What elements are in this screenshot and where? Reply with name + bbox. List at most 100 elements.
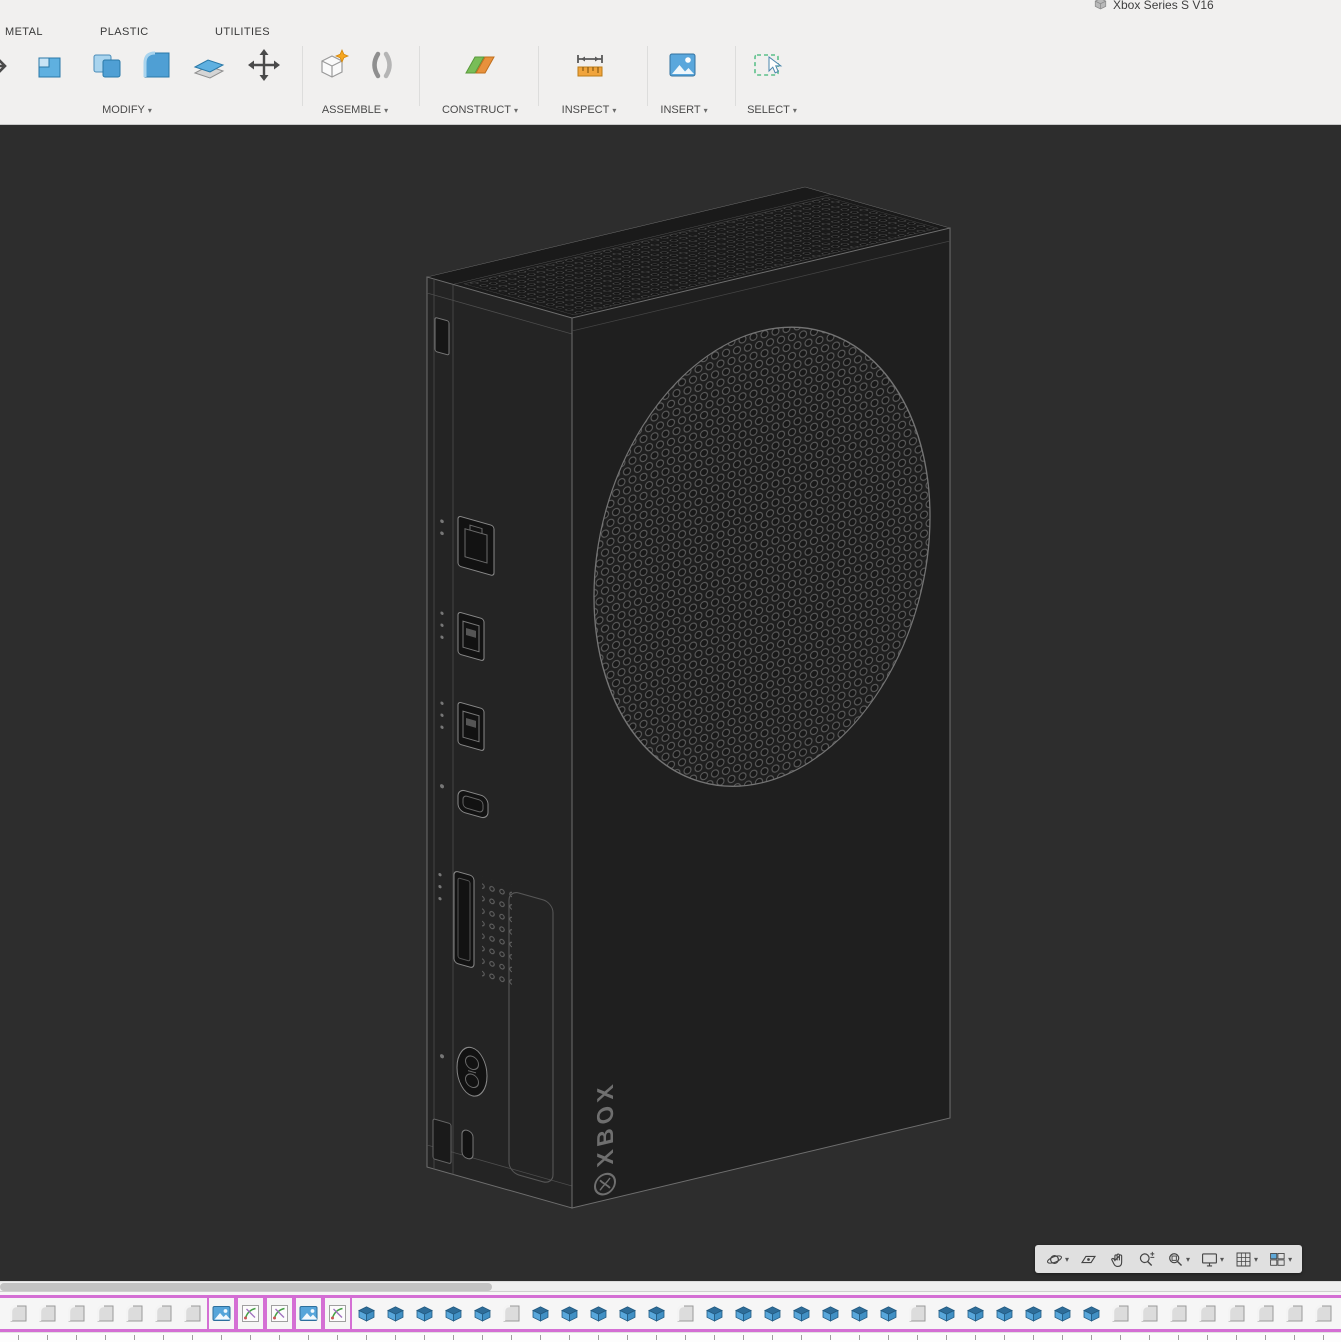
viewports-icon[interactable]: ▾ [1263,1245,1297,1273]
timeline-feature-extrude[interactable] [700,1298,729,1329]
timeline-feature-extrude[interactable] [758,1298,787,1329]
timeline-feature-sketch[interactable] [265,1298,294,1329]
press-pull-icon[interactable] [30,46,68,84]
timeline-tick [1033,1335,1034,1340]
timeline-feature-extrude[interactable] [526,1298,555,1329]
pan-icon[interactable] [1103,1245,1132,1273]
usb-port-1[interactable] [458,612,484,661]
timeline-feature-extrude[interactable] [845,1298,874,1329]
timeline-feature-fillet[interactable] [671,1298,700,1329]
timeline-feature-extrude[interactable] [1048,1298,1077,1329]
timeline-feature-fillet[interactable] [33,1298,62,1329]
viewport-3d[interactable]: XBOX ▾▾▾▾▾ [0,125,1341,1281]
chevron-down-icon: ▾ [1288,1255,1292,1264]
timeline-feature-extrude[interactable] [990,1298,1019,1329]
timeline-feature-canvas[interactable] [294,1298,323,1329]
timeline-tick [1004,1335,1005,1340]
timeline-feature-fillet[interactable] [1193,1298,1222,1329]
construction-plane-icon[interactable] [461,46,499,84]
timeline-feature-extrude[interactable] [932,1298,961,1329]
timeline-tick [685,1335,686,1340]
model-canvas[interactable]: XBOX [0,125,1341,1281]
timeline-feature-fillet[interactable] [178,1298,207,1329]
look-at-icon[interactable] [1074,1245,1103,1273]
toolbar-group-construct[interactable]: CONSTRUCT▾ [442,104,518,116]
zoom-icon[interactable] [1132,1245,1161,1273]
timeline-feature-extrude[interactable] [787,1298,816,1329]
timeline-feature-extrude[interactable] [874,1298,903,1329]
partial-tool-icon[interactable] [0,46,24,84]
timeline-feature-fillet[interactable] [1309,1298,1338,1329]
timeline-feature-sketch[interactable] [323,1298,352,1329]
xbox-model[interactable]: XBOX [427,187,950,1208]
timeline-tick [801,1335,802,1340]
timeline-feature-extrude[interactable] [1077,1298,1106,1329]
timeline-feature-extrude[interactable] [555,1298,584,1329]
timeline-feature-fillet[interactable] [120,1298,149,1329]
tab-plastic[interactable]: PLASTIC [100,26,149,38]
timeline-feature-fillet[interactable] [1164,1298,1193,1329]
timeline-feature-fillet[interactable] [1251,1298,1280,1329]
ethernet-port[interactable] [458,516,494,576]
timeline-feature-fillet[interactable] [4,1298,33,1329]
toolbar-group-inspect[interactable]: INSPECT▾ [562,104,617,116]
toolbar-group-insert[interactable]: INSERT▾ [660,104,707,116]
timeline-feature-sketch[interactable] [236,1298,265,1329]
timeline-feature-fillet[interactable] [1222,1298,1251,1329]
timeline-feature-extrude[interactable] [439,1298,468,1329]
horizontal-scrollbar[interactable] [0,1281,1341,1291]
timeline-feature-extrude[interactable] [410,1298,439,1329]
orbit-icon[interactable]: ▾ [1040,1245,1074,1273]
toolbar-group-modify[interactable]: MODIFY▾ [102,104,152,116]
new-component-icon[interactable] [313,46,351,84]
timeline-tick [598,1335,599,1340]
timeline-feature-extrude[interactable] [584,1298,613,1329]
timeline-feature-extrude[interactable] [1019,1298,1048,1329]
timeline-tick [18,1335,19,1340]
tab-metal[interactable]: METAL [5,26,43,38]
toolbar-group-select[interactable]: SELECT▾ [747,104,797,116]
timeline-feature-extrude[interactable] [381,1298,410,1329]
model-side-face[interactable] [427,277,572,1208]
scrollbar-thumb[interactable] [0,1283,492,1291]
tab-utilities[interactable]: UTILITIES [215,26,270,38]
offset-face-icon[interactable] [190,46,228,84]
timeline-feature-extrude[interactable] [613,1298,642,1329]
timeline-feature-extrude[interactable] [352,1298,381,1329]
timeline-ruler[interactable] [0,1332,1341,1342]
timeline-feature-extrude[interactable] [468,1298,497,1329]
timeline-feature-canvas[interactable] [207,1298,236,1329]
joint-icon[interactable] [363,46,401,84]
vent-dot-grid [482,877,512,989]
timeline-feature-fillet[interactable] [1280,1298,1309,1329]
timeline-feature-extrude[interactable] [642,1298,671,1329]
fit-icon[interactable]: ▾ [1161,1245,1195,1273]
timeline-feature-fillet[interactable] [497,1298,526,1329]
insert-canvas-icon[interactable] [663,46,701,84]
fillet-icon[interactable] [138,46,176,84]
display-settings-icon[interactable]: ▾ [1195,1245,1229,1273]
timeline-feature-fillet[interactable] [91,1298,120,1329]
timeline-tick [656,1335,657,1340]
timeline-feature-extrude[interactable] [961,1298,990,1329]
timeline-feature-extrude[interactable] [729,1298,758,1329]
combine-icon[interactable] [88,46,126,84]
timeline-feature-fillet[interactable] [1106,1298,1135,1329]
timeline-feature-extrude[interactable] [816,1298,845,1329]
move-copy-icon[interactable] [245,46,283,84]
timeline-feature-fillet[interactable] [149,1298,178,1329]
expansion-port[interactable] [454,871,474,969]
grid-icon[interactable]: ▾ [1229,1245,1263,1273]
usb-port-2[interactable] [458,702,484,751]
select-icon[interactable] [749,46,787,84]
timeline-feature-fillet[interactable] [1135,1298,1164,1329]
timeline-feature-fillet[interactable] [62,1298,91,1329]
document-title[interactable]: Xbox Series S V16 [1093,0,1214,12]
timeline-tick [975,1335,976,1340]
toolbar-group-label: ASSEMBLE [322,104,381,116]
timeline-feature-fillet[interactable] [903,1298,932,1329]
model-front-face[interactable]: XBOX [572,228,950,1208]
toolbar-divider [735,46,736,106]
toolbar-group-assemble[interactable]: ASSEMBLE▾ [322,104,388,116]
measure-icon[interactable] [571,46,609,84]
